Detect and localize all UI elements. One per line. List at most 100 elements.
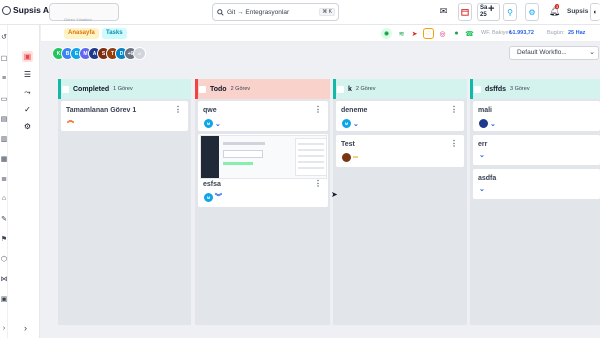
assignee-avatar[interactable]: M: [204, 119, 213, 128]
column-checkbox[interactable]: [199, 85, 206, 93]
breadcrumb-tasks[interactable]: Tasks: [102, 28, 127, 39]
phone-icon[interactable]: ☎: [464, 28, 475, 39]
column-title: k: [348, 85, 352, 93]
rail-icon-15[interactable]: ›: [0, 325, 8, 334]
rail-icon-9[interactable]: ⌂: [0, 195, 8, 204]
magic-wand-icon: ⚲: [507, 7, 513, 17]
column-header: dsffds 3 Görev: [470, 79, 600, 99]
priority-low-icon: ⌄: [490, 120, 496, 128]
tab-ghost[interactable]: Görev Yönetimi: [49, 3, 119, 22]
rail-icon-3[interactable]: ≡: [0, 75, 8, 84]
column-checkbox[interactable]: [474, 85, 481, 93]
rail-icon-4[interactable]: ▭: [0, 95, 8, 104]
card-meta: ︽: [67, 117, 74, 124]
column-count: 3 Görev: [510, 86, 530, 92]
settings-box[interactable]: ⚙: [525, 3, 539, 21]
ai-status-icon[interactable]: ✹: [381, 28, 392, 39]
telegram-icon[interactable]: ➤: [409, 28, 420, 39]
task-card[interactable]: asdfa ⌄: [473, 169, 600, 199]
sub-header: Anasayfa Tasks ✹ ≋ ➤ ◌ ◎ ● ☎ WF. Bakiye:…: [41, 25, 600, 42]
card-menu-icon[interactable]: ⋮: [450, 139, 458, 148]
workflow-select[interactable]: Default Workflo... ⌄: [509, 46, 599, 60]
assignee-avatar[interactable]: M: [342, 119, 351, 128]
mouse-cursor-icon: ➤: [331, 190, 338, 199]
priority-medium-icon: ═: [353, 154, 358, 161]
priority-high-icon: ︽: [67, 117, 74, 124]
sidebar-check-icon[interactable]: ✓: [22, 104, 33, 115]
assignee-avatar-photo[interactable]: [479, 119, 488, 128]
card-menu-icon[interactable]: ⋮: [314, 105, 322, 114]
whatsapp-icon[interactable]: ◌: [423, 28, 434, 39]
brand-name: Supsis Ai: [13, 5, 52, 15]
column-checkbox[interactable]: [62, 85, 69, 93]
rail-icon-14[interactable]: ▣: [0, 295, 8, 304]
brand[interactable]: Supsis Ai: [2, 5, 51, 15]
task-name: mali: [478, 107, 493, 114]
rail-icon-12[interactable]: ⬡: [0, 255, 8, 264]
task-card[interactable]: mali ⌄: [473, 101, 600, 131]
chat-icon[interactable]: ●: [451, 28, 462, 39]
task-card[interactable]: Tamamlanan Görev 1 ⋮ ︽: [61, 101, 188, 131]
rail-icon-7[interactable]: ▦: [0, 155, 8, 164]
sidebar-gear-icon[interactable]: ⚙: [22, 121, 33, 132]
brand-logo-icon: [2, 5, 11, 15]
wifi-icon[interactable]: ≋: [396, 28, 407, 39]
rail-icon-1[interactable]: ↺: [0, 33, 8, 42]
sidebar-tasks-icon[interactable]: ▣: [22, 51, 33, 62]
wf-balance-label: WF. Bakiye:: [481, 30, 511, 36]
rail-icon-6[interactable]: ▥: [0, 135, 8, 144]
sidebar-list-icon[interactable]: ☰: [22, 69, 33, 80]
search-input[interactable]: Git → Entegrasyonlar ⌘ K: [212, 3, 339, 21]
rail-icon-2[interactable]: ☐: [0, 55, 8, 64]
priority-low-icon: ⌄: [215, 120, 221, 128]
rail-icon-11[interactable]: ⚑: [0, 235, 8, 244]
avatar-placeholder-icon[interactable]: ☺: [133, 47, 146, 60]
add-icon[interactable]: +: [488, 3, 494, 15]
collapse-chevron-icon[interactable]: ›: [24, 323, 27, 333]
instagram-icon[interactable]: ◎: [437, 28, 448, 39]
card-menu-icon[interactable]: ⋮: [314, 179, 322, 188]
rail-icon-5[interactable]: ▤: [0, 115, 8, 124]
member-avatars[interactable]: K B E M A S T D +6 ☺: [52, 47, 146, 60]
rail-icon-13[interactable]: ⋈: [0, 275, 8, 284]
column-checkbox[interactable]: [337, 85, 344, 93]
rail-icon-8[interactable]: ≣: [0, 175, 8, 184]
profile-box[interactable]: ◐: [590, 3, 600, 21]
priority-low-icon: ⌄: [353, 120, 359, 128]
task-card[interactable]: esfsa ⋮ M ︾: [198, 134, 328, 207]
tab-ghost-label: Görev Yönetimi: [64, 17, 92, 22]
column-count: 1 Görev: [113, 86, 133, 92]
calendar-box[interactable]: [458, 3, 472, 21]
rail-icon-10[interactable]: ✎: [0, 215, 8, 224]
card-menu-icon[interactable]: ⋮: [174, 105, 182, 114]
task-name: asdfa: [478, 175, 497, 182]
sidebar-flow-icon[interactable]: ⤳: [22, 87, 33, 98]
task-card[interactable]: qwe ⋮ M ⌄: [198, 101, 328, 131]
column-k: k 2 Görev deneme ⋮ M ⌄ Test ⋮ ═: [333, 79, 467, 325]
task-card[interactable]: err ⌄: [473, 135, 600, 165]
gear-icon: ⚙: [528, 7, 536, 17]
column-dsffds: dsffds 3 Görev mali ⌄ err ⌄ asdfa ⌄: [470, 79, 600, 325]
task-card[interactable]: Test ⋮ ═: [336, 135, 464, 167]
assignee-avatar[interactable]: M: [204, 192, 213, 202]
attachment-thumbnail[interactable]: [200, 135, 327, 179]
priority-low-icon: ⌄: [479, 186, 485, 193]
wand-box[interactable]: ⚲: [503, 3, 517, 21]
column-title: dsffds: [485, 85, 506, 93]
column-color-bar: [195, 79, 198, 99]
card-menu-icon[interactable]: ⋮: [450, 105, 458, 114]
breadcrumb-home[interactable]: Anasayfa: [64, 28, 99, 39]
user-name[interactable]: Supsis: [567, 8, 588, 15]
column-completed: Completed 1 Görev Tamamlanan Görev 1 ⋮ ︽: [58, 79, 191, 325]
task-name: Tamamlanan Görev 1: [66, 107, 137, 114]
priority-low-icon: ⌄: [479, 152, 485, 159]
today-label: Bugün:: [547, 30, 565, 36]
assignee-avatar-photo[interactable]: [342, 153, 351, 162]
task-name: deneme: [341, 107, 368, 114]
column-header: k 2 Görev: [333, 79, 467, 99]
column-count: 2 Görev: [230, 86, 251, 92]
task-card[interactable]: deneme ⋮ M ⌄: [336, 101, 464, 131]
mail-icon[interactable]: ✉: [437, 5, 450, 18]
column-header: Todo 2 Görev: [195, 79, 330, 99]
chevron-down-icon: ⌄: [589, 49, 595, 56]
